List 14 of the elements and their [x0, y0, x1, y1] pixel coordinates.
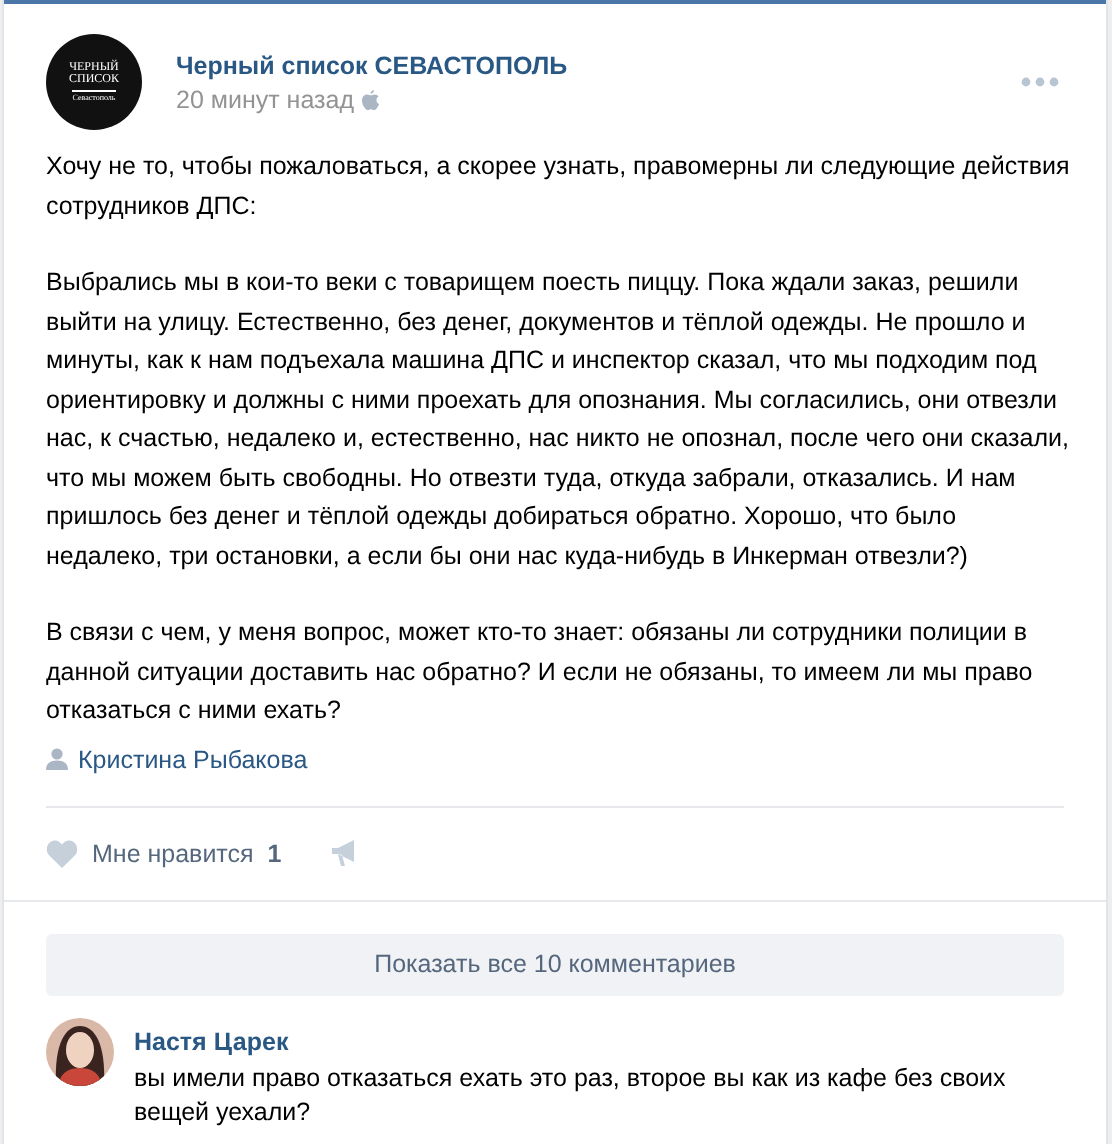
post-paragraph: Хочу не то, чтобы пожаловаться, а скорее узнать, правомерны ли следующие действия сотрудников ДПС:: [46, 150, 1070, 224]
post-paragraph: Выбрались мы в кои-то веки с товарищем поесть пиццу. Пока ждали заказ, решили выйти на улицу. Естественно, без денег, документов и тёплой одежды. Не прошло и минуты, как к нам подъехала машина ДПС и инспектор сказал, что мы подходим под ориентировку и должны с ними проехать для опознания. Мы согласились, они отвезли нас, к счастью, недалеко и, естественно, нас никто не опознал, после чего они сказали, что мы можем быть свободны. Но отвезти туда, откуда забрали, отказались. И нам пришлось без денег и тёплой одежды добираться обратно. Хорошо, что было недалеко, три остановки, а если бы они нас куда-нибудь в Инкерман отвезли?): [46, 266, 1070, 574]
like-button[interactable]: Мне нравится 1: [46, 839, 282, 867]
signer-name[interactable]: Кристина Рыбакова: [78, 745, 308, 773]
comment-text: вы имели право отказаться ехать это раз, второе вы как из кафе без своих вещей уехали?: [134, 1061, 1008, 1129]
megaphone-icon[interactable]: [329, 840, 358, 866]
apple-icon: [362, 89, 380, 109]
show-comments-button[interactable]: Показать все 10 комментариев: [46, 933, 1064, 995]
person-icon: [46, 748, 68, 770]
more-icon[interactable]: [1020, 76, 1060, 88]
commenter-avatar: [46, 1017, 114, 1085]
group-name[interactable]: Черный список СЕВАСТОПОЛЬ: [176, 51, 986, 79]
comment-author[interactable]: Настя Царек: [134, 1027, 1074, 1055]
post-paragraph: В связи с чем, у меня вопрос, может кто-то знает: обязаны ли сотрудники полиции в данной ситуации доставить нас обратно? И если не обязаны, то имеем ли мы право отказаться с ними ехать?: [46, 616, 1035, 728]
